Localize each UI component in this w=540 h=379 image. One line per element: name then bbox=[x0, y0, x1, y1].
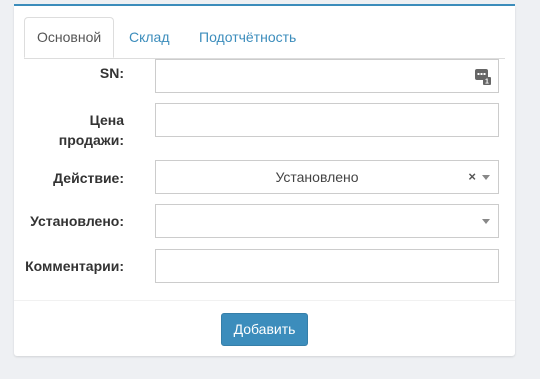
comment-field[interactable] bbox=[155, 249, 499, 283]
sn-generator-icon[interactable]: 1 bbox=[475, 68, 491, 85]
action-label: Действие: bbox=[53, 170, 124, 186]
action-selected-value: Установлено bbox=[275, 169, 359, 185]
comment-label: Комментарии: bbox=[25, 258, 124, 274]
installed-selected-value bbox=[156, 205, 458, 237]
footer-divider bbox=[14, 300, 515, 301]
clear-icon[interactable]: × bbox=[468, 161, 476, 193]
price-input[interactable] bbox=[156, 104, 498, 136]
chevron-down-icon[interactable] bbox=[482, 219, 490, 224]
comment-input[interactable] bbox=[156, 250, 498, 282]
action-select[interactable]: Установлено × bbox=[155, 160, 499, 194]
svg-text:1: 1 bbox=[485, 79, 489, 86]
installed-select[interactable] bbox=[155, 204, 499, 238]
tab-accountability[interactable]: Подотчётность bbox=[187, 17, 308, 57]
price-field[interactable] bbox=[155, 103, 499, 137]
installed-label: Установлено: bbox=[30, 213, 124, 229]
tab-warehouse[interactable]: Склад bbox=[117, 17, 182, 57]
price-label: Цена продажи: bbox=[58, 112, 124, 148]
form-panel: Основной Склад Подотчётность SN: 1 Цена … bbox=[14, 6, 515, 356]
tab-bar: Основной Склад Подотчётность bbox=[24, 17, 505, 59]
sn-input[interactable] bbox=[156, 60, 498, 92]
chevron-down-icon[interactable] bbox=[482, 175, 490, 180]
add-button[interactable]: Добавить bbox=[221, 313, 308, 346]
tab-main[interactable]: Основной bbox=[24, 17, 115, 58]
sn-label: SN: bbox=[99, 65, 124, 81]
sn-field[interactable]: 1 bbox=[155, 59, 499, 93]
